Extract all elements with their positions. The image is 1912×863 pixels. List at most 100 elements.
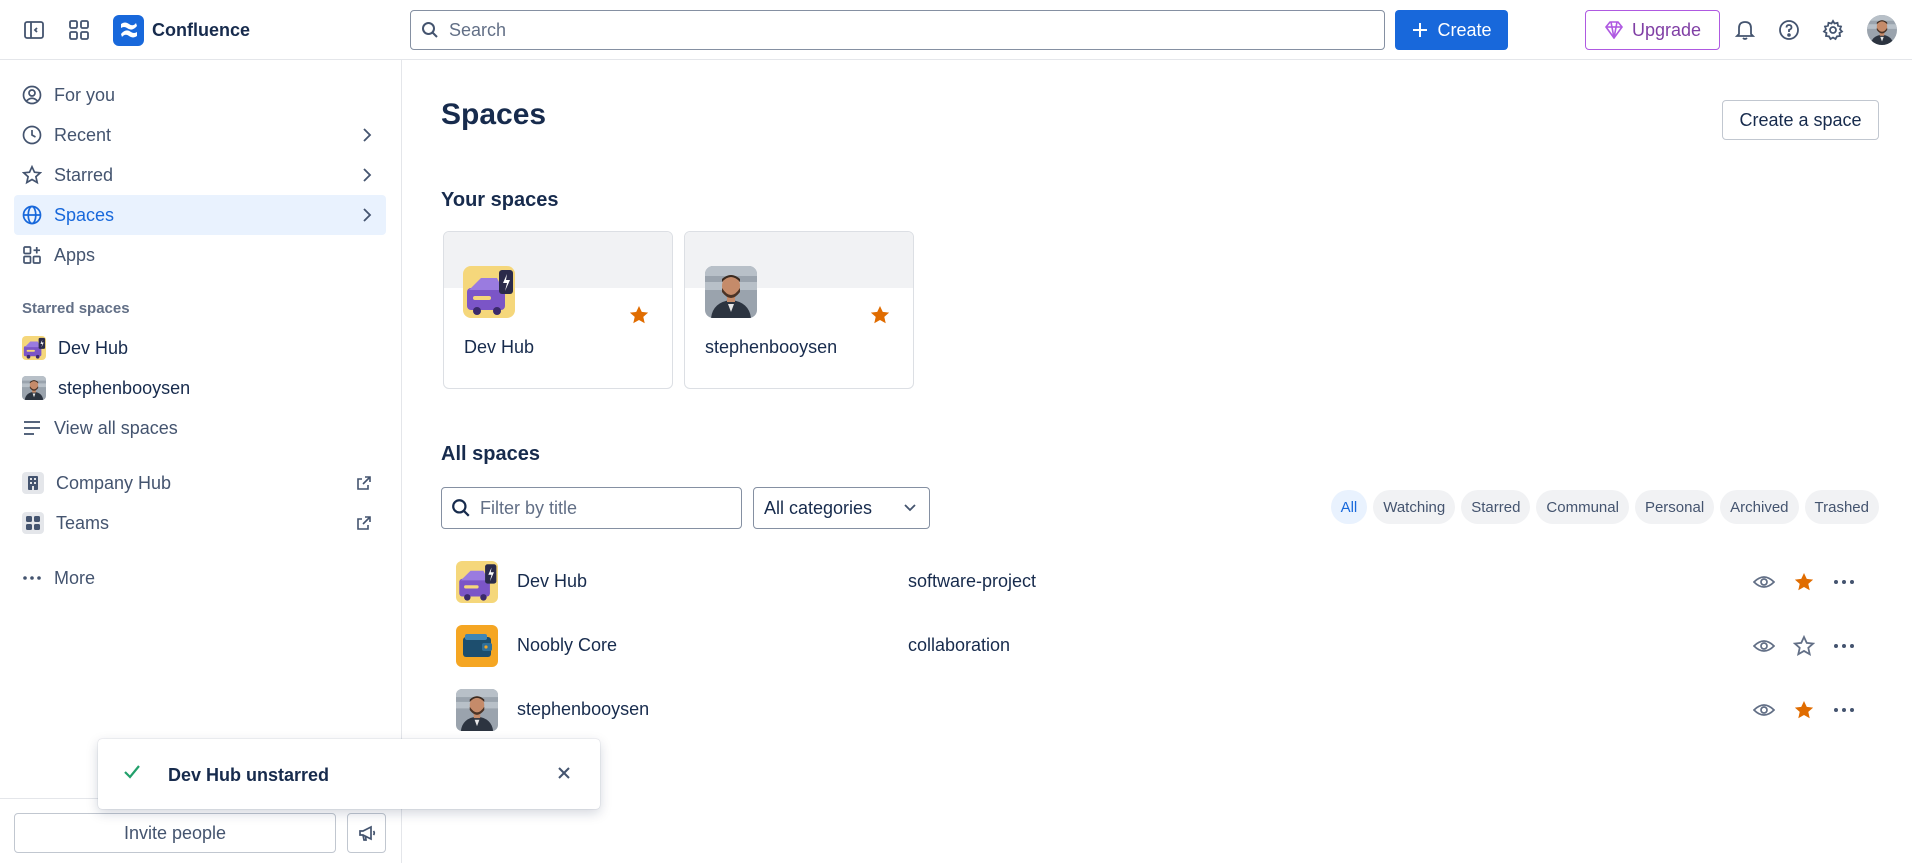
space-card-dev-hub[interactable]: Dev Hub — [443, 231, 673, 389]
external-link-icon[interactable] — [356, 515, 372, 531]
sidebar-item-label: More — [54, 567, 96, 588]
sidebar-item-label: For you — [54, 84, 116, 105]
watch-eye-icon[interactable] — [1750, 696, 1778, 724]
external-link-icon[interactable] — [356, 475, 372, 491]
table-row[interactable]: stephenbooysen — [441, 678, 1879, 742]
toast-message: Dev Hub unstarred — [168, 765, 330, 785]
upgrade-button[interactable]: Upgrade — [1585, 10, 1720, 50]
filter-by-title-input[interactable] — [480, 497, 741, 519]
star-filled-icon[interactable] — [1790, 568, 1818, 596]
teams-icon — [22, 512, 44, 534]
stephenbooysen-avatar — [456, 689, 498, 731]
starred-spaces-heading: Starred spaces — [22, 300, 130, 317]
filter-field[interactable] — [441, 487, 742, 529]
card-space-name: Dev Hub — [464, 337, 535, 357]
search-icon — [421, 21, 439, 44]
sidebar-item-for-you[interactable]: For you — [14, 75, 386, 115]
sidebar-item-label: Dev Hub — [58, 337, 129, 358]
sidebar-item-spaces[interactable]: Spaces — [14, 195, 386, 235]
stephenbooysen-avatar — [22, 376, 46, 400]
building-icon — [22, 472, 44, 494]
view-all-spaces-link[interactable]: View all spaces — [14, 408, 386, 448]
card-space-name: stephenbooysen — [705, 337, 838, 357]
create-space-label: Create a space — [1739, 109, 1862, 130]
watch-eye-icon[interactable] — [1750, 632, 1778, 660]
search-field[interactable] — [410, 10, 1385, 50]
chevron-right-icon[interactable] — [362, 127, 372, 143]
app-switcher-icon[interactable] — [63, 14, 95, 46]
sidebar-item-label: Company Hub — [56, 472, 172, 493]
sidebar-item-label: Teams — [56, 512, 110, 533]
space-filter-tabs: All Watching Starred Communal Personal A… — [1330, 490, 1879, 524]
filter-pill-communal[interactable]: Communal — [1536, 490, 1629, 524]
sidebar-item-label: View all spaces — [54, 417, 178, 438]
filter-pill-watching[interactable]: Watching — [1373, 490, 1456, 524]
space-name[interactable]: Dev Hub — [517, 571, 587, 592]
stephenbooysen-avatar — [705, 266, 757, 318]
confluence-logo-icon — [113, 14, 144, 46]
star-filled-icon[interactable] — [628, 304, 650, 331]
chevron-right-icon[interactable] — [362, 167, 372, 183]
create-space-button[interactable]: Create a space — [1722, 100, 1879, 140]
filter-pill-archived[interactable]: Archived — [1720, 490, 1799, 524]
star-filled-icon[interactable] — [1790, 696, 1818, 724]
chevron-down-icon — [904, 504, 916, 512]
space-name[interactable]: Noobly Core — [517, 635, 617, 656]
sidebar-toggle-icon[interactable] — [18, 14, 50, 46]
user-avatar[interactable] — [1867, 15, 1897, 45]
filter-pill-starred[interactable]: Starred — [1461, 490, 1531, 524]
space-category: software-project — [908, 571, 1037, 591]
noobly-core-avatar — [456, 625, 498, 667]
clock-icon — [22, 125, 42, 145]
dev-hub-avatar — [463, 266, 515, 318]
invite-people-button[interactable]: Invite people — [14, 813, 336, 853]
plus-icon — [1413, 23, 1428, 37]
sidebar-item-company-hub[interactable]: Company Hub — [14, 463, 386, 503]
more-actions-icon[interactable] — [1830, 696, 1858, 724]
upgrade-button-label: Upgrade — [1631, 19, 1702, 40]
create-button[interactable]: Create — [1395, 10, 1508, 50]
sidebar-item-more[interactable]: More — [14, 558, 386, 598]
star-icon — [22, 165, 42, 185]
sidebar-item-starred[interactable]: Starred — [14, 155, 386, 195]
close-icon[interactable] — [552, 761, 576, 785]
category-select[interactable]: All categories — [753, 487, 930, 529]
star-outline-icon[interactable] — [1790, 632, 1818, 660]
apps-icon — [23, 246, 41, 264]
notifications-bell-icon[interactable] — [1729, 14, 1761, 46]
sidebar-item-label: Recent — [54, 124, 112, 145]
sidebar-item-recent[interactable]: Recent — [14, 115, 386, 155]
filter-pill-personal[interactable]: Personal — [1634, 490, 1715, 524]
starred-space-dev-hub[interactable]: Dev Hub — [14, 328, 386, 368]
filter-pill-trashed[interactable]: Trashed — [1804, 490, 1879, 524]
confluence-logo[interactable]: Confluence — [113, 14, 250, 46]
space-name[interactable]: stephenbooysen — [517, 699, 649, 720]
table-row[interactable]: Noobly Core collaboration — [441, 614, 1879, 678]
settings-gear-icon[interactable] — [1817, 14, 1849, 46]
category-select-value: All categories — [764, 497, 873, 518]
chevron-right-icon[interactable] — [362, 207, 372, 223]
user-circle-icon — [22, 85, 42, 105]
page-title: Spaces — [441, 98, 547, 131]
space-card-stephenbooysen[interactable]: stephenbooysen — [684, 231, 914, 389]
star-filled-icon[interactable] — [869, 304, 891, 331]
search-input[interactable] — [449, 19, 1384, 41]
sidebar-item-teams[interactable]: Teams — [14, 503, 386, 543]
sidebar-item-label: Spaces — [54, 204, 115, 225]
filter-pill-all[interactable]: All — [1330, 490, 1368, 524]
search-icon — [451, 498, 471, 523]
app-name: Confluence — [152, 19, 251, 40]
starred-space-stephenbooysen[interactable]: stephenbooysen — [14, 368, 386, 408]
feedback-button[interactable] — [347, 813, 386, 853]
sidebar-item-apps[interactable]: Apps — [14, 235, 386, 275]
more-actions-icon[interactable] — [1830, 568, 1858, 596]
your-spaces-heading: Your spaces — [441, 189, 559, 211]
dev-hub-avatar — [456, 561, 498, 603]
top-navigation: Confluence Create Upgrade — [0, 0, 1912, 60]
more-actions-icon[interactable] — [1830, 632, 1858, 660]
success-check-icon — [122, 762, 142, 787]
space-category: collaboration — [908, 635, 1011, 655]
watch-eye-icon[interactable] — [1750, 568, 1778, 596]
table-row[interactable]: Dev Hub software-project — [441, 550, 1879, 614]
help-icon[interactable] — [1773, 14, 1805, 46]
